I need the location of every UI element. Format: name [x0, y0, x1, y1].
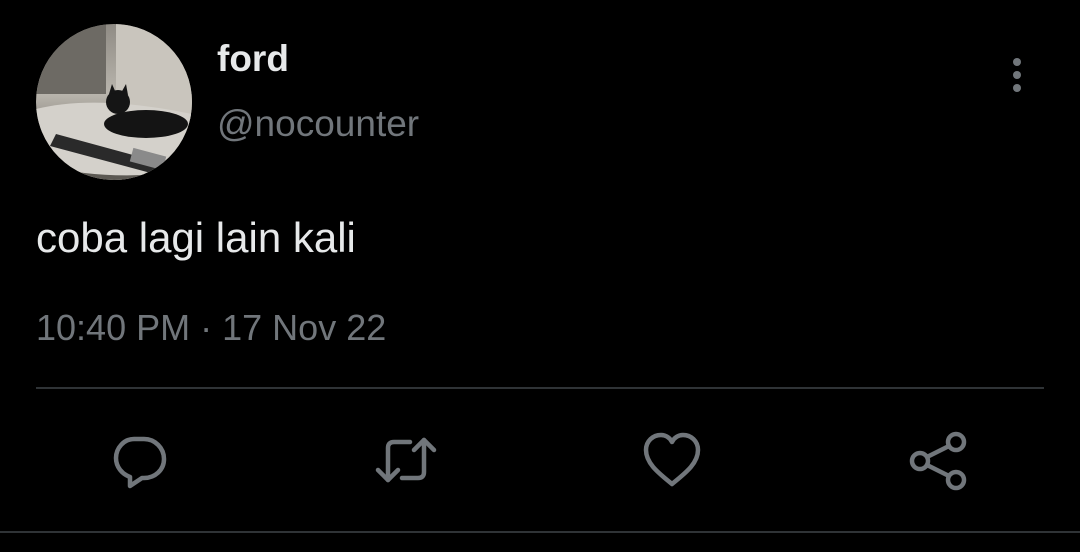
avatar-photo-icon — [36, 24, 192, 180]
tweet-timestamp: 10:40 PM · 17 Nov 22 — [36, 307, 386, 349]
speech-bubble-icon — [113, 436, 167, 489]
retweet-icon — [375, 437, 437, 483]
like-button[interactable] — [640, 428, 704, 492]
bottom-divider — [0, 531, 1080, 533]
more-options-button[interactable] — [996, 54, 1038, 96]
author-handle[interactable]: @nocounter — [217, 103, 419, 145]
divider — [36, 387, 1044, 389]
tweet-date[interactable]: 17 Nov 22 — [222, 307, 386, 348]
tweet-time[interactable]: 10:40 PM — [36, 307, 190, 348]
heart-icon — [643, 432, 701, 487]
reply-button[interactable] — [108, 428, 172, 492]
tweet-text: coba lagi lain kali — [36, 214, 356, 261]
share-icon — [909, 431, 967, 491]
vertical-dots-icon — [1013, 58, 1021, 92]
author-avatar[interactable] — [36, 24, 192, 180]
author-display-name[interactable]: ford — [217, 38, 289, 80]
tweet-detail: ford @nocounter coba lagi lain kali 10:4… — [0, 0, 1080, 552]
meta-separator: · — [200, 307, 213, 348]
share-button[interactable] — [906, 428, 970, 492]
retweet-button[interactable] — [374, 428, 438, 492]
